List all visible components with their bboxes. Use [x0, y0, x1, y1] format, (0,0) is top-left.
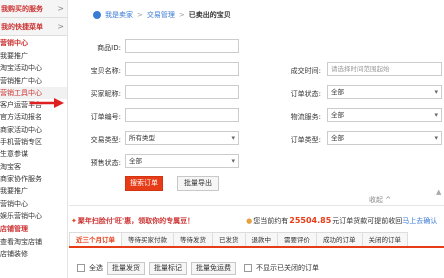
sidebar-item-taobaoke[interactable]: 淘宝客 — [0, 161, 67, 173]
tab-shipped[interactable]: 已发货 — [212, 232, 246, 246]
tab-awaiting-payment[interactable]: 等待买家付款 — [121, 232, 174, 246]
sidebar-head-label: 我的快捷菜单 — [1, 22, 43, 31]
tab-refunding[interactable]: 退款中 — [244, 232, 278, 246]
sidebar-item-marketing-promotion[interactable]: 营销推广中心 — [0, 75, 67, 87]
megaphone-icon: ✦ — [71, 216, 77, 225]
collapse-toggle[interactable]: 收起 ^ — [369, 195, 391, 205]
breadcrumb-home[interactable]: 我是卖家 — [105, 10, 133, 20]
scroll-up-icon[interactable]: ▲ — [436, 188, 444, 196]
breadcrumb: 我是卖家 > 交易管理 > 已卖出的宝贝 — [93, 9, 231, 21]
batch-toolbar: 全选 批量发货 批量标记 批量免运费 不显示已关闭的订单 — [69, 260, 444, 276]
main-content: 我是卖家 > 交易管理 > 已卖出的宝贝 商品ID: 宝贝名称: 买家昵称: 订… — [69, 0, 444, 278]
notice-text-2: 元订单货款可提前收回 — [332, 216, 403, 225]
annotation-arrow-icon — [30, 98, 64, 108]
select-all-checkbox[interactable] — [77, 264, 85, 272]
trade-type-label: 交易类型: — [90, 136, 121, 144]
batch-mark-button[interactable]: 批量标记 — [149, 261, 187, 275]
breadcrumb-sep: > — [178, 11, 185, 19]
sidebar-item-promote[interactable]: 我要推广 — [0, 50, 67, 62]
sidebar-item-merchant-activity[interactable]: 商家活动中心 — [0, 124, 67, 136]
title-input[interactable] — [125, 62, 239, 76]
breadcrumb-sep: > — [137, 11, 143, 19]
order-tabs: 近三个月订单 等待买家付款 等待发货 已发货 退款中 需要评价 成功的订单 关闭… — [69, 232, 444, 248]
order-status-label: 订单状态: — [290, 90, 321, 98]
buyer-label: 买家昵称: — [90, 90, 121, 98]
order-type-label: 订单类型: — [290, 136, 321, 144]
sidebar-section-label: 店铺管理 — [0, 225, 28, 234]
presale-label: 预售状态: — [90, 159, 121, 167]
deal-time-input[interactable]: 请选择时间范围起始 — [327, 62, 442, 76]
confirm-link[interactable]: 马上去确认 — [402, 216, 437, 226]
title-label: 宝贝名称: — [90, 67, 121, 75]
tab-need-review[interactable]: 需要评价 — [277, 232, 317, 246]
logistics-select[interactable]: 全部 — [327, 108, 442, 122]
sidebar-item-store-decoration[interactable]: 店铺装修 — [0, 248, 67, 260]
tab-closed[interactable]: 关闭的订单 — [361, 232, 408, 246]
breadcrumb-trade-manage[interactable]: 交易管理 — [147, 10, 175, 20]
sidebar-item-collab-service[interactable]: 商家协作服务 — [0, 173, 67, 185]
sidebar-section-store[interactable]: 店铺管理 — [0, 222, 67, 236]
page-title: 已卖出的宝贝 — [188, 11, 231, 19]
tab-awaiting-shipment[interactable]: 等待发货 — [173, 232, 213, 246]
sidebar-head-label: 我购买的服务 — [1, 4, 43, 13]
hide-closed-label: 不显示已关闭的订单 — [256, 264, 319, 272]
sidebar-item-mobile-marketing[interactable]: 手机营销专区 — [0, 136, 67, 148]
select-all-label: 全选 — [89, 264, 103, 272]
trade-type-select[interactable]: 所有类型 — [125, 131, 239, 145]
sidebar: 我购买的服务 > 我的快捷菜单 > 营销中心 我要推广 淘宝活动中心 营销推广中… — [0, 0, 68, 278]
loan-amount: 25504.85 — [289, 216, 332, 225]
sidebar-item-business-advisor[interactable]: 生意参谋 — [0, 148, 67, 160]
home-icon — [93, 11, 101, 19]
sidebar-section-label: 营销中心 — [0, 39, 28, 47]
sidebar-item-view-store[interactable]: 查看淘宝店铺 — [0, 236, 67, 248]
sidebar-item-taobao-activity[interactable]: 淘宝活动中心 — [0, 62, 67, 74]
sidebar-head-purchased-services[interactable]: 我购买的服务 > — [0, 0, 67, 18]
chevron-right-icon: > — [57, 22, 64, 31]
sidebar-item-promote-2[interactable]: 我要推广 — [0, 185, 67, 197]
hide-closed-checkbox[interactable] — [244, 264, 252, 272]
sidebar-item-official-activity[interactable]: 官方活动报名 — [0, 111, 67, 123]
notice-bar: ✦ 聚年扫脸付'旺'惠，领取你的专属豆！ ● 您当前约有 25504.85 元订… — [69, 213, 444, 228]
sidebar-head-shortcut-menu[interactable]: 我的快捷菜单 > — [0, 18, 67, 36]
batch-export-button[interactable]: 批量导出 — [177, 176, 219, 191]
buyer-input[interactable] — [125, 85, 239, 99]
chevron-right-icon: > — [57, 4, 64, 13]
order-no-input[interactable] — [125, 108, 239, 122]
batch-ship-button[interactable]: 批量发货 — [107, 261, 145, 275]
sidebar-item-marketing-center[interactable]: 营销中心 — [0, 198, 67, 210]
product-id-input[interactable] — [125, 39, 239, 53]
notice-text-1: 您当前约有 — [253, 216, 289, 225]
order-type-select[interactable]: 全部 — [327, 131, 442, 145]
presale-select[interactable]: 全部 — [125, 154, 239, 168]
sidebar-item-entertainment-marketing[interactable]: 娱乐营销中心 — [0, 210, 67, 222]
search-orders-button[interactable]: 搜索订单 — [125, 176, 163, 191]
product-id-label: 商品ID: — [97, 44, 121, 52]
order-no-label: 订单编号: — [90, 113, 121, 121]
promo-link[interactable]: 聚年扫脸付'旺'惠，领取你的专属豆！ — [78, 216, 194, 226]
coin-icon: ● — [246, 216, 253, 225]
tab-successful[interactable]: 成功的订单 — [316, 232, 363, 246]
order-status-select[interactable]: 全部 — [327, 85, 442, 99]
deal-time-label: 成交时间: — [290, 67, 321, 75]
divider — [69, 205, 444, 206]
logistics-label: 物流服务: — [290, 113, 321, 121]
sidebar-section-marketing[interactable]: 营销中心 — [0, 36, 67, 50]
batch-free-shipping-button[interactable]: 批量免运费 — [191, 261, 236, 275]
tab-recent-3-months[interactable]: 近三个月订单 — [69, 232, 122, 246]
